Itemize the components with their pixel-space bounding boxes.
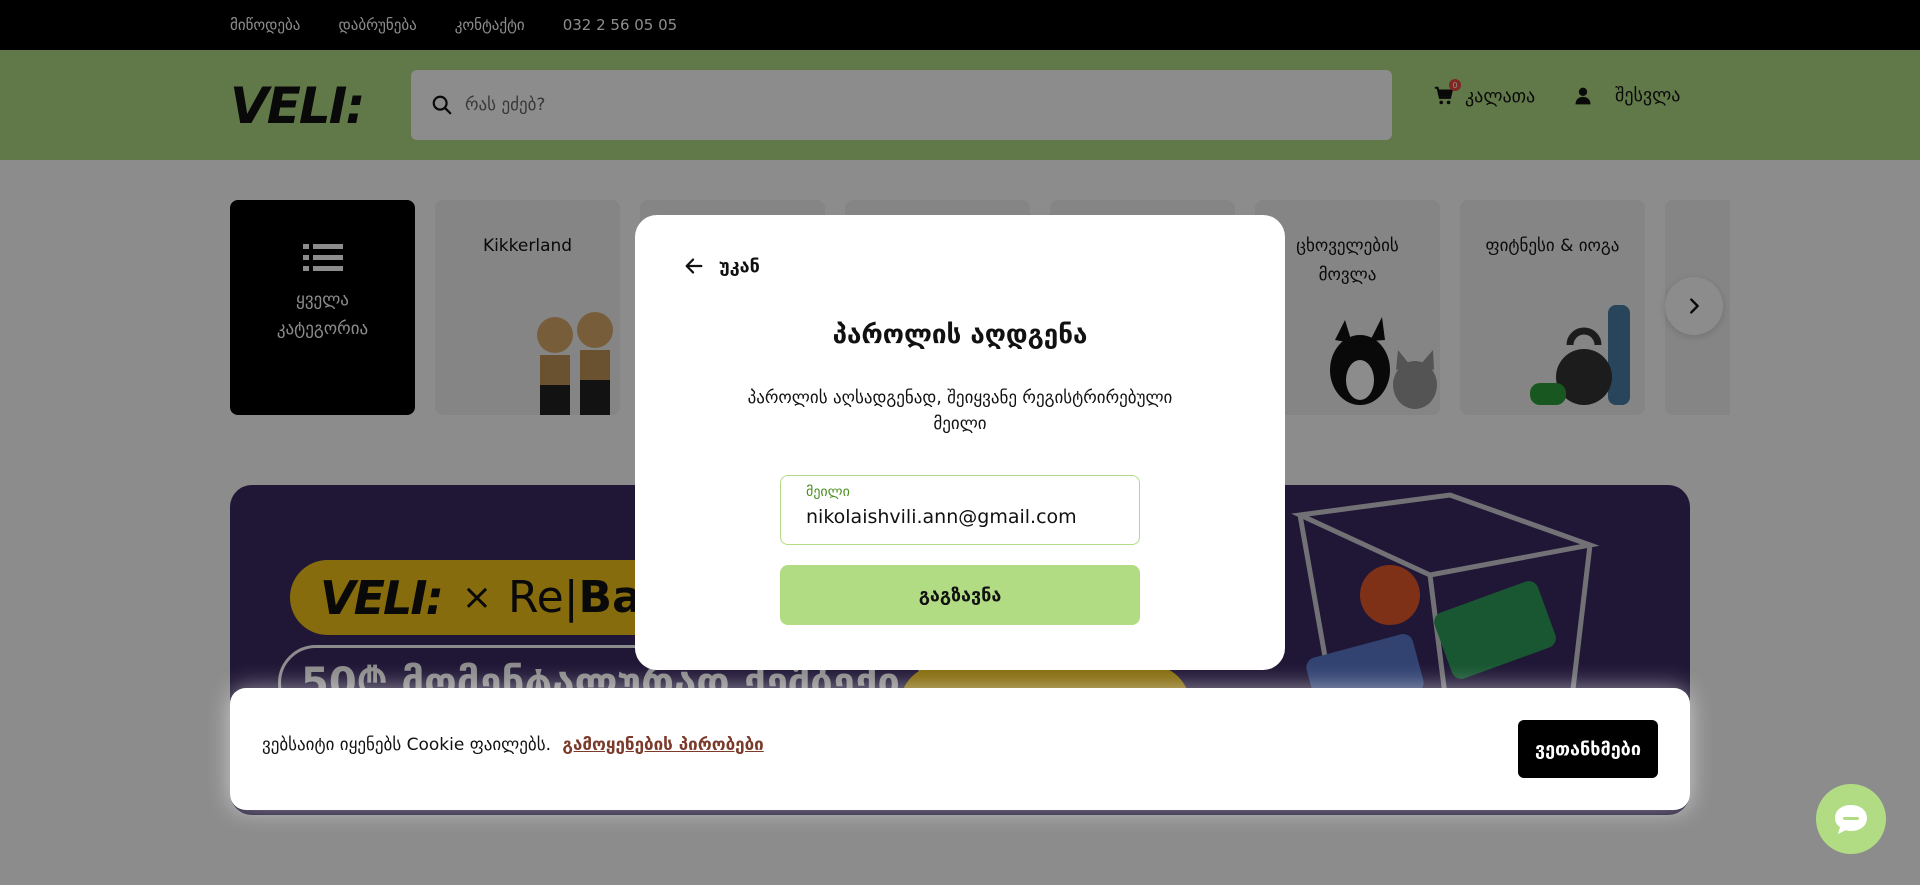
arrow-left-icon: [685, 258, 703, 274]
back-label: უკან: [719, 255, 760, 277]
modal-title: პაროლის აღდგენა: [832, 320, 1088, 350]
email-field[interactable]: მეილი: [780, 475, 1140, 545]
chat-icon: [1835, 805, 1867, 834]
email-input[interactable]: [806, 506, 1126, 528]
chat-button[interactable]: [1816, 784, 1886, 854]
terms-link[interactable]: გამოყენების პირობები: [562, 735, 763, 755]
back-button[interactable]: უკან: [683, 255, 760, 277]
password-recovery-modal: უკან პაროლის აღდგენა პაროლის აღსადგენად,…: [635, 215, 1285, 670]
modal-description: პაროლის აღსადგენად, შეიყვანე რეგისტრირებ…: [747, 388, 1173, 434]
cookie-message: ვებსაიტი იყენებს Cookie ფაილებს. გამოყენ…: [262, 735, 764, 755]
send-button[interactable]: გაგზავნა: [780, 565, 1140, 625]
cookie-banner: ვებსაიტი იყენებს Cookie ფაილებს. გამოყენ…: [230, 688, 1690, 810]
cookie-text: ვებსაიტი იყენებს Cookie ფაილებს.: [262, 735, 551, 755]
cookie-accept-button[interactable]: ვეთანხმები: [1518, 720, 1658, 778]
email-label: მეილი: [806, 484, 850, 500]
